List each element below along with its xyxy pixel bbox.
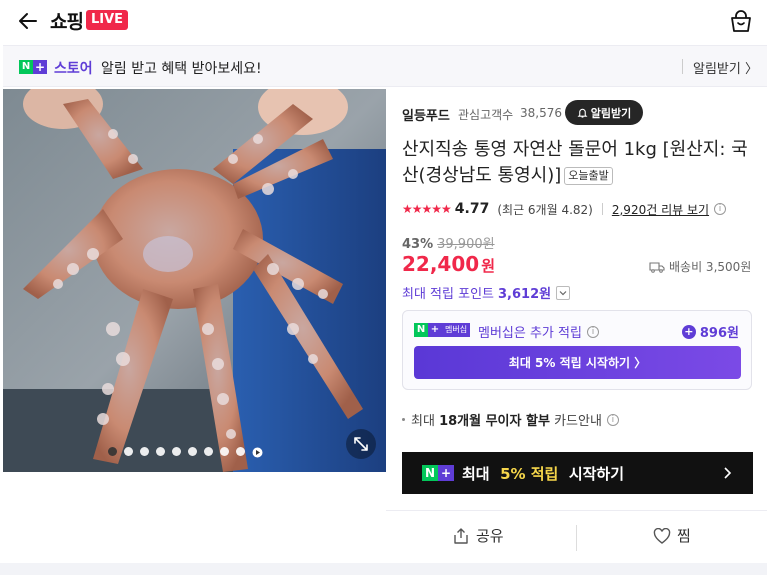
- share-icon: [454, 527, 468, 544]
- naver-plus-badge: N +: [19, 60, 47, 74]
- gallery-dot[interactable]: [108, 447, 117, 456]
- bell-icon: [577, 108, 588, 118]
- review-link[interactable]: 2,920건 리뷰 보기: [612, 201, 709, 218]
- original-price: 39,900원: [437, 237, 495, 252]
- naver-plus-badge: N +: [422, 465, 454, 481]
- info-icon[interactable]: i: [606, 413, 619, 426]
- rating-row: ★★★★★ 4.77 (최근 6개월 4.82) 2,920건 리뷰 보기 i: [402, 200, 727, 218]
- discount-rate: 43%: [402, 237, 434, 252]
- gallery-dot[interactable]: [124, 447, 133, 456]
- logo-text: 쇼핑: [50, 10, 84, 33]
- membership-start-button[interactable]: 최대 5% 적립 시작하기 〉: [414, 346, 741, 379]
- seller-alarm-button[interactable]: 알림받기: [565, 100, 643, 125]
- recent-rating: (최근 6개월 4.82): [497, 202, 593, 217]
- shipping-fee: 배송비 3,500원: [649, 258, 751, 275]
- gallery-dot[interactable]: [204, 447, 213, 456]
- product-title: 산지직송 통영 자연산 돌문어 1kg [원산지: 국산(경상남도 통영시)] 오…: [402, 137, 752, 189]
- shopping-bag-icon[interactable]: [729, 8, 753, 34]
- gallery-dot[interactable]: [236, 447, 245, 456]
- installment-info[interactable]: 최대 18개월 무이자 할부 카드안내 i: [402, 410, 619, 429]
- max-points-label: 최대 적립 포인트: [402, 287, 494, 302]
- wish-label: 찜: [677, 527, 691, 545]
- fans-label: 관심고객수: [458, 108, 514, 122]
- heart-icon: [653, 527, 671, 544]
- store-label: 스토어: [54, 61, 93, 77]
- gallery-dot[interactable]: [220, 447, 229, 456]
- action-bar: 공유 찜: [386, 510, 767, 564]
- divider: [601, 203, 603, 215]
- expand-arrows-icon[interactable]: [346, 429, 376, 459]
- seller-name[interactable]: 일등푸드: [402, 105, 450, 124]
- bullet: [402, 418, 405, 421]
- product-image[interactable]: [3, 89, 386, 472]
- seller-alarm-label: 알림받기: [590, 106, 632, 120]
- info-icon[interactable]: i: [586, 325, 599, 338]
- top-bar: 쇼핑 LIVE: [0, 0, 767, 44]
- gallery-dot[interactable]: [172, 447, 181, 456]
- membership-points: + 896원: [681, 322, 739, 341]
- plus-circle-icon: +: [681, 324, 696, 339]
- live-badge: LIVE: [85, 10, 129, 30]
- discount-row: 43% 39,900원: [402, 233, 495, 252]
- info-icon[interactable]: i: [714, 203, 727, 215]
- share-label: 공유: [476, 527, 504, 545]
- membership-banner[interactable]: N + 최대 5% 적립 시작하기: [402, 452, 753, 494]
- membership-text: 멤버십은 추가 적립 i: [478, 322, 599, 341]
- store-message: 알림 받고 혜택 받아보세요!: [101, 61, 262, 77]
- membership-box: N + 멤버십 멤버십은 추가 적립 i + 896원 최대 5% 적립 시작하…: [402, 310, 752, 390]
- play-icon[interactable]: [252, 447, 263, 458]
- share-button[interactable]: 공유: [452, 525, 504, 546]
- store-alarm-link[interactable]: 알림받기 〉: [693, 58, 758, 77]
- star-rating-icon: ★★★★★: [402, 202, 452, 216]
- price-row: 22,400 원: [402, 252, 495, 276]
- chevron-down-icon[interactable]: [556, 285, 571, 300]
- rating-score: 4.77: [454, 201, 490, 217]
- gallery-dots: [108, 447, 263, 458]
- divider: [682, 59, 683, 74]
- bottom-spacer: [0, 563, 767, 575]
- gallery-dot[interactable]: [156, 447, 165, 456]
- chevron-right-icon: [724, 467, 732, 479]
- shopping-live-logo[interactable]: 쇼핑 LIVE: [50, 6, 129, 34]
- wish-button[interactable]: 찜: [653, 525, 691, 546]
- today-ship-badge: 오늘출발: [564, 167, 613, 185]
- shipping-text: 배송비 3,500원: [669, 260, 752, 274]
- truck-icon: [649, 261, 665, 273]
- gallery-dot[interactable]: [188, 447, 197, 456]
- gallery-dot[interactable]: [140, 447, 149, 456]
- store-notice-bar: N + 스토어 알림 받고 혜택 받아보세요! 알림받기 〉: [3, 45, 767, 87]
- fans-count: 38,576: [520, 106, 562, 120]
- naver-plus-membership-badge: N + 멤버십: [414, 323, 471, 337]
- banner-text: 최대 5% 적립 시작하기: [462, 464, 625, 483]
- max-points-value: 3,612원: [498, 287, 552, 302]
- max-points-row[interactable]: 최대 적립 포인트 3,612원: [402, 283, 571, 302]
- octopus-photo: [3, 89, 386, 472]
- divider: [576, 525, 577, 551]
- arrow-left-icon[interactable]: [16, 9, 40, 33]
- sale-price: 22,400: [402, 252, 480, 276]
- price-unit: 원: [481, 257, 495, 275]
